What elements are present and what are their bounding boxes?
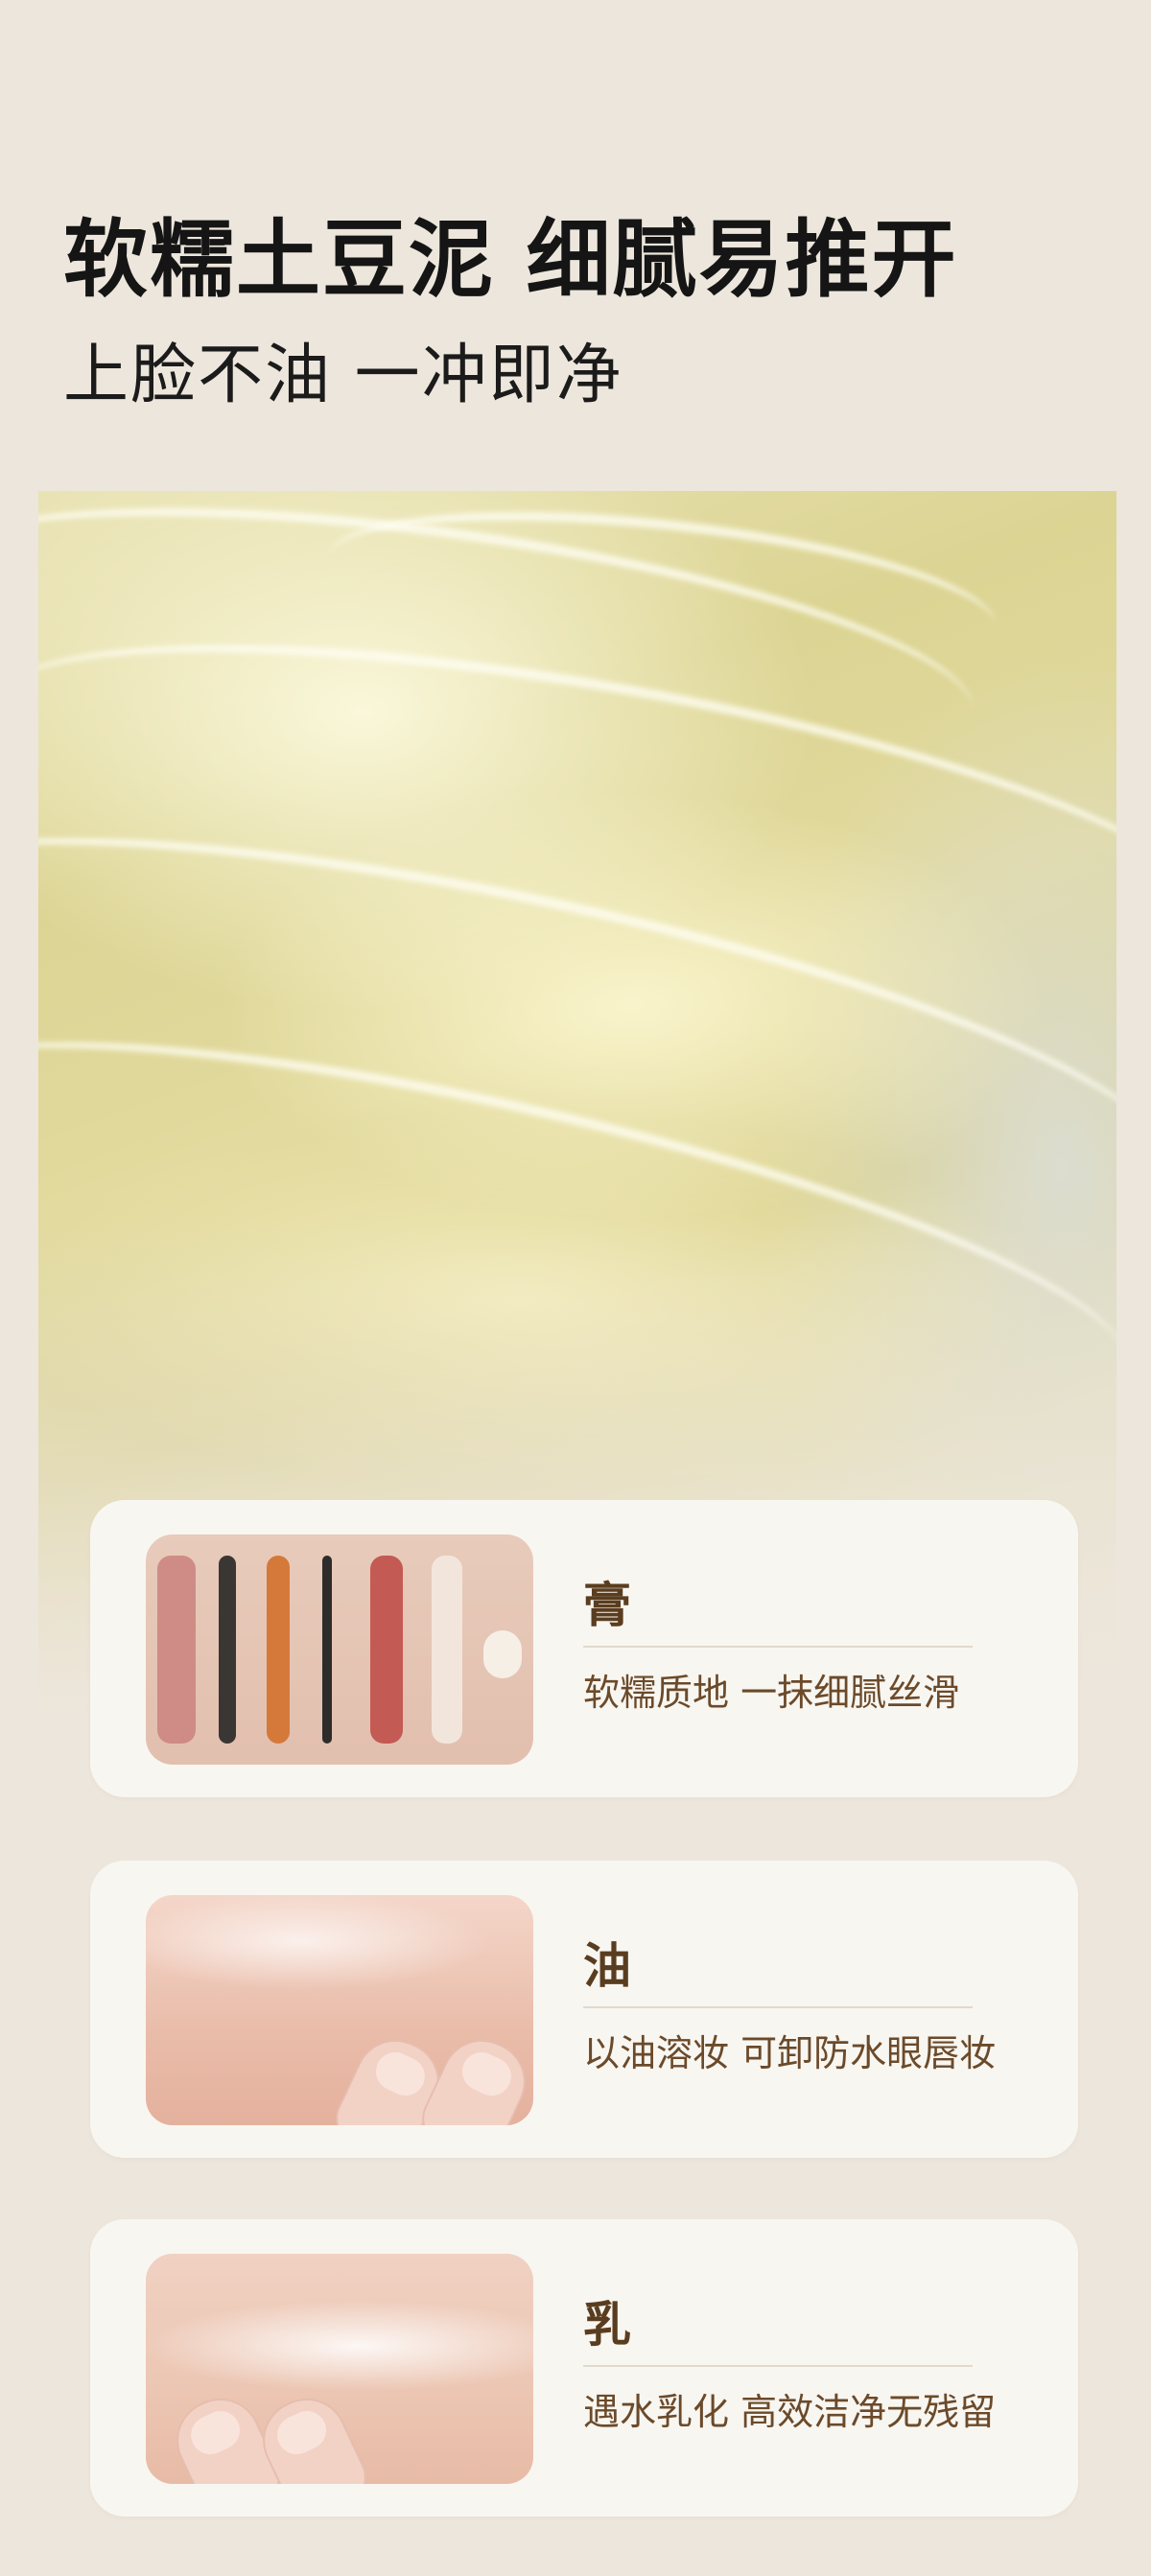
makeup-swatches-image <box>146 1534 533 1765</box>
feature-title: 膏 <box>583 1578 631 1633</box>
divider <box>583 2365 973 2367</box>
feature-description: 遇水乳化 高效洁净无残留 <box>583 2391 997 2433</box>
divider <box>583 2006 973 2008</box>
feature-card-oil: 油 以油溶妆 可卸防水眼唇妆 <box>90 1861 1078 2158</box>
divider <box>583 1646 973 1648</box>
headline: 软糯土豆泥 细腻易推开 <box>63 210 958 309</box>
feature-card-balm: 膏 软糯质地 一抹细腻丝滑 <box>90 1500 1078 1797</box>
feature-card-milk: 乳 遇水乳化 高效洁净无残留 <box>90 2219 1078 2517</box>
feature-title: 油 <box>583 1938 631 1994</box>
oil-on-skin-image <box>146 1895 533 2125</box>
emulsion-on-skin-image <box>146 2254 533 2484</box>
subheadline: 上脸不油 一冲即净 <box>63 338 623 413</box>
feature-description: 以油溶妆 可卸防水眼唇妆 <box>583 2032 997 2074</box>
feature-title: 乳 <box>583 2297 631 2353</box>
feature-description: 软糯质地 一抹细腻丝滑 <box>583 1672 960 1714</box>
product-detail-page: 软糯土豆泥 细腻易推开 上脸不油 一冲即净 膏 软糯质地 一抹细腻丝滑 油 以油… <box>0 0 1151 2576</box>
